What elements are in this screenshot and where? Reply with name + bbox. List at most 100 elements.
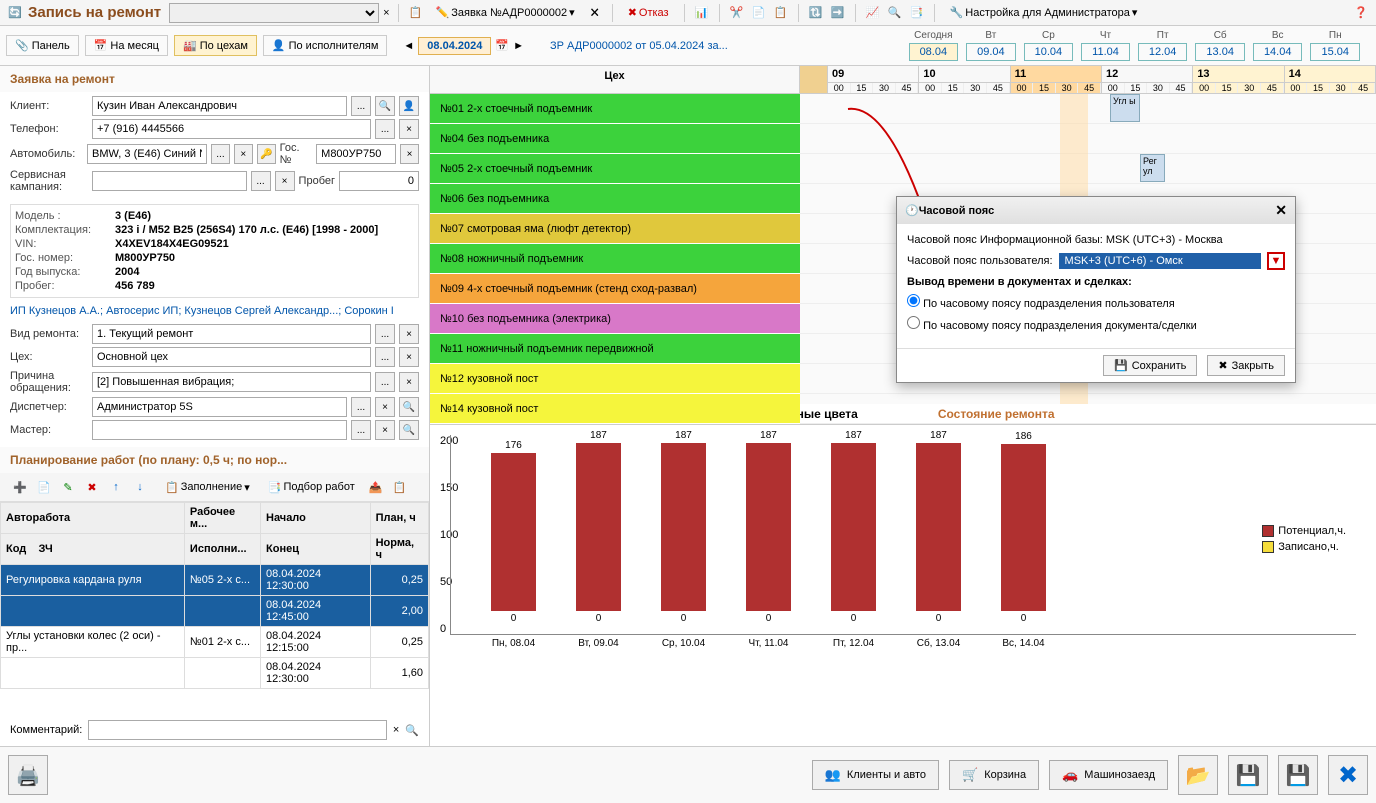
dispatcher-search[interactable]: 🔍 [399, 397, 419, 417]
cart-button[interactable]: 🛒 Корзина [949, 760, 1039, 790]
master-clear[interactable]: × [375, 420, 395, 440]
campaign-input[interactable] [92, 171, 247, 191]
copy-all-button[interactable]: 📋 [390, 477, 410, 497]
auto-lookup[interactable]: ... [211, 144, 230, 164]
workshop-row[interactable]: №06 без подъемника [430, 184, 800, 214]
workshop-row[interactable]: №09 4-х стоечный подъемник (стенд сход-р… [430, 274, 800, 304]
workshop-row[interactable]: №11 ножничный подъемник передвижной [430, 334, 800, 364]
col-end[interactable]: Конец [261, 534, 371, 565]
appointment[interactable]: Угл ы [1110, 94, 1140, 122]
comment-search[interactable]: 🔍 [405, 724, 419, 737]
month-view-tab[interactable]: 📅 На месяц [85, 35, 168, 56]
delete-request-icon[interactable]: 🗙 [586, 4, 604, 22]
col-code[interactable]: Код ЗЧ [1, 534, 185, 565]
workshop-row[interactable]: №05 2-х стоечный подъемник [430, 154, 800, 184]
help-icon[interactable]: ❓ [1352, 4, 1370, 22]
save-next-button[interactable]: 💾 [1228, 755, 1268, 795]
workshop-row[interactable]: №12 кузовной пост [430, 364, 800, 394]
workshop-row[interactable]: №14 кузовной пост [430, 394, 800, 424]
day-tab-12.04[interactable]: 12.04 [1138, 43, 1188, 61]
phone-clear[interactable]: × [399, 119, 419, 139]
campaign-clear[interactable]: × [275, 171, 295, 191]
org-links[interactable]: ИП Кузнецов А.А.; Автосерис ИП; Кузнецов… [0, 302, 429, 320]
request-button[interactable]: ✏️ Заявка №АДР0000002 ▾ [429, 3, 582, 22]
filter-icon[interactable]: 🔍 [886, 4, 904, 22]
day-tab-15.04[interactable]: 15.04 [1310, 43, 1360, 61]
delete-work-button[interactable]: ✖ [82, 477, 102, 497]
campaign-lookup[interactable]: ... [251, 171, 271, 191]
cut-icon[interactable]: ✂️ [728, 4, 746, 22]
copy-icon[interactable]: 📄 [750, 4, 768, 22]
goto-icon[interactable]: ➡️ [829, 4, 847, 22]
tz-dropdown-button[interactable]: ▼ [1267, 252, 1285, 270]
refuse-button[interactable]: ✖ Отказ [621, 3, 676, 22]
save-button-bottom[interactable]: 💾 [1278, 755, 1318, 795]
day-tab-11.04[interactable]: 11.04 [1081, 43, 1130, 61]
workshop-input[interactable] [92, 347, 371, 367]
master-search[interactable]: 🔍 [399, 420, 419, 440]
appointment[interactable]: Рег ул [1140, 154, 1165, 182]
table-row[interactable]: Регулировка кардана руля№05 2-х с...08.0… [1, 565, 429, 596]
select-works-button[interactable]: 📑 Подбор работ [261, 478, 362, 497]
copy-work-button[interactable]: 📄 [34, 477, 54, 497]
settings-button[interactable]: 🔧 Настройка для Администратора ▾ [943, 3, 1145, 22]
move-down-button[interactable]: ↓ [130, 477, 150, 497]
save-button[interactable]: 💾 Сохранить [1103, 355, 1197, 376]
col-exec[interactable]: Исполни... [184, 534, 260, 565]
export-button[interactable]: 📤 [366, 477, 386, 497]
day-tab-10.04[interactable]: 10.04 [1024, 43, 1074, 61]
move-up-button[interactable]: ↑ [106, 477, 126, 497]
client-lookup[interactable]: ... [351, 96, 371, 116]
table-row[interactable]: 08.04.2024 12:45:002,00 [1, 596, 429, 627]
context-select[interactable] [169, 3, 379, 23]
phone-input[interactable] [92, 119, 371, 139]
exit-button[interactable]: ✖ [1328, 755, 1368, 795]
dispatcher-clear[interactable]: × [375, 397, 395, 417]
col-plan[interactable]: План, ч [370, 503, 428, 534]
reason-lookup[interactable]: ... [375, 372, 395, 392]
chart-icon[interactable]: 📈 [864, 4, 882, 22]
next-date-button[interactable]: ► [513, 40, 524, 52]
clients-button[interactable]: 👥 Клиенты и авто [812, 760, 939, 790]
refresh-icon[interactable]: 🔃 [807, 4, 825, 22]
mileage-input[interactable] [339, 171, 419, 191]
day-tab-08.04[interactable]: 08.04 [909, 43, 959, 61]
repair-type-clear[interactable]: × [399, 324, 419, 344]
auto-clear[interactable]: × [234, 144, 253, 164]
workshop-row[interactable]: №01 2-х стоечный подъемник [430, 94, 800, 124]
day-tab-09.04[interactable]: 09.04 [966, 43, 1016, 61]
doc-icon[interactable]: 📋 [407, 4, 425, 22]
master-lookup[interactable]: ... [351, 420, 371, 440]
dispatcher-input[interactable] [92, 397, 347, 417]
calendar-button[interactable]: 📅 [495, 39, 509, 52]
request-link[interactable]: ЗР АДР0000002 от 05.04.2024 за... [550, 40, 728, 52]
open-folder-button[interactable]: 📂 [1178, 755, 1218, 795]
repair-type-input[interactable] [92, 324, 371, 344]
workshop-row[interactable]: №04 без подъемника [430, 124, 800, 154]
tz-opt1[interactable]: По часовому поясу подразделения пользова… [907, 298, 1175, 310]
client-input[interactable] [92, 96, 347, 116]
col-work[interactable]: Авторабота [1, 503, 185, 534]
dispatcher-lookup[interactable]: ... [351, 397, 371, 417]
reason-input[interactable] [92, 372, 371, 392]
day-tab-14.04[interactable]: 14.04 [1253, 43, 1303, 61]
workshop-lookup[interactable]: ... [375, 347, 395, 367]
workshop-row[interactable]: №10 без подъемника (электрика) [430, 304, 800, 334]
gos-input[interactable] [316, 144, 396, 164]
close-button[interactable]: ✖ Закрыть [1207, 355, 1285, 376]
print-button[interactable]: 🖨️ [8, 755, 48, 795]
auto-input[interactable] [87, 144, 207, 164]
context-clear[interactable]: × [383, 7, 389, 19]
fill-button[interactable]: 📋 Заполнение ▾ [158, 478, 257, 497]
repair-type-lookup[interactable]: ... [375, 324, 395, 344]
add-work-button[interactable]: ➕ [10, 477, 30, 497]
auto-key-icon[interactable]: 🔑 [257, 144, 276, 164]
table-row[interactable]: 08.04.2024 12:30:001,60 [1, 658, 429, 689]
phone-lookup[interactable]: ... [375, 119, 395, 139]
master-input[interactable] [92, 420, 347, 440]
gos-clear[interactable]: × [400, 144, 419, 164]
col-place[interactable]: Рабочее м... [184, 503, 260, 534]
client-search[interactable]: 🔍 [375, 96, 395, 116]
edit-work-button[interactable]: ✎ [58, 477, 78, 497]
workshop-clear[interactable]: × [399, 347, 419, 367]
